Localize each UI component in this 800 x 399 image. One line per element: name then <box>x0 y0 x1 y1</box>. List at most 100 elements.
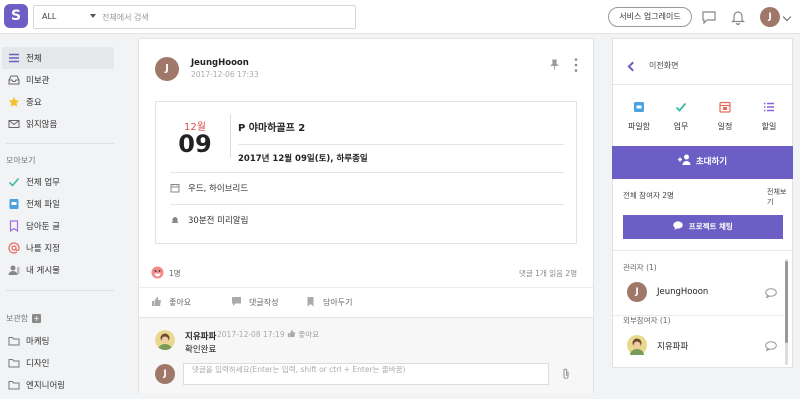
reaction-count[interactable]: 1명 <box>169 268 181 279</box>
paperclip-icon[interactable] <box>561 368 571 380</box>
add-user-icon <box>677 154 691 165</box>
chat-bubble-icon[interactable] <box>765 341 777 351</box>
comment-author[interactable]: 지유파파 <box>185 330 216 342</box>
divider <box>139 287 593 288</box>
member-name[interactable]: 지유파파 <box>657 340 688 352</box>
save-post-button[interactable]: 담아두기 <box>305 295 375 309</box>
more-options-icon[interactable] <box>573 57 579 73</box>
quick-todo[interactable]: 할일 <box>747 101 791 135</box>
folder-icon <box>8 337 20 346</box>
search-box: ALL <box>33 5 356 29</box>
member-name[interactable]: JeungHooon <box>657 287 708 297</box>
quick-label: 파일함 <box>627 122 651 131</box>
sidebar-item-label: 전체 파일 <box>26 200 60 210</box>
pin-icon[interactable] <box>549 59 560 70</box>
project-chat-button[interactable]: 프로젝트 채팅 <box>623 215 783 239</box>
reaction-emoji-icon[interactable] <box>151 266 164 279</box>
comment-icon <box>232 297 241 306</box>
schedule-card[interactable]: 12월 09 P 야마하골프 2 2017년 12월 09일(토), 하루종일 … <box>155 101 577 244</box>
like-button[interactable]: 좋아요 <box>151 295 211 309</box>
quick-label: 업무 <box>673 122 689 131</box>
write-comment-button[interactable]: 댓글작성 <box>231 295 311 309</box>
sidebar-divider <box>6 290 114 291</box>
search-scope-select[interactable]: ALL <box>42 12 56 21</box>
invite-button[interactable]: 초대하기 <box>612 146 793 179</box>
event-day: 09 <box>178 130 212 158</box>
sidebar-item-saved-posts[interactable]: 담아둔 글 <box>2 215 114 237</box>
thumbs-up-icon <box>152 297 161 306</box>
task-check-icon <box>675 102 687 112</box>
sidebar-folder-label: 엔지니어링 <box>26 381 66 391</box>
event-title: P 야마하골프 2 <box>238 123 306 134</box>
sidebar-item-all-tasks[interactable]: 전체 업무 <box>2 171 114 193</box>
project-panel: 이전화면 파일함 업무 일정 할일 초대하기 전체 참여자 2명 전체보기 프로… <box>612 38 793 368</box>
sidebar-folder-label: 디자인 <box>26 359 50 369</box>
list-icon <box>9 53 19 63</box>
comment-like-label: 좋아요 <box>298 330 320 339</box>
folder-icon <box>8 359 20 368</box>
event-location: 우드, 하이브리드 <box>188 184 249 194</box>
sidebar-item-unread[interactable]: 읽지않음 <box>2 113 114 135</box>
thumbs-up-icon <box>287 329 296 338</box>
upgrade-button[interactable]: 서비스 업그레이드 <box>608 7 692 27</box>
app-logo-icon[interactable]: S <box>4 4 28 28</box>
bookmark-icon <box>9 220 19 232</box>
author-avatar[interactable]: J <box>155 57 179 81</box>
view-all-members-link[interactable]: 전체보기 <box>767 187 792 207</box>
save-label: 담아두기 <box>323 298 353 307</box>
chevron-down-icon[interactable] <box>782 12 792 22</box>
sidebar-folder-marketing[interactable]: 마케팅 <box>2 330 114 352</box>
chat-label: 프로젝트 채팅 <box>688 222 733 231</box>
admin-group-label: 관리자 (1) <box>623 263 657 272</box>
search-input[interactable] <box>102 9 352 25</box>
quick-label: 할일 <box>761 122 777 131</box>
sidebar-item-my-posts[interactable]: 내 게시물 <box>2 259 114 281</box>
back-button[interactable]: 이전화면 <box>613 39 792 85</box>
bell-icon[interactable] <box>729 8 747 26</box>
post-author[interactable]: JeungHooon <box>191 58 249 68</box>
sidebar-divider <box>6 143 114 144</box>
sidebar-item-unarchived[interactable]: 미보관 <box>2 69 114 91</box>
invite-label: 초대하기 <box>695 157 728 167</box>
commenter-avatar[interactable] <box>155 330 175 350</box>
file-icon <box>9 199 19 209</box>
sidebar-item-label: 전체 <box>26 54 42 64</box>
external-group-label: 외부참여자 (1) <box>623 316 671 325</box>
member-avatar[interactable]: J <box>627 282 647 302</box>
members-scrollbar-thumb[interactable] <box>785 261 788 343</box>
chat-bubble-icon <box>673 221 683 230</box>
add-folder-icon[interactable]: + <box>32 314 41 323</box>
sidebar-section-title: 모아보기 <box>6 156 36 165</box>
chat-bubble-icon[interactable] <box>765 288 777 298</box>
chevron-down-icon[interactable] <box>90 14 96 18</box>
todo-list-icon <box>764 102 774 112</box>
person-icon <box>8 265 20 275</box>
sidebar-item-all-files[interactable]: 전체 파일 <box>2 193 114 215</box>
inbox-icon <box>8 75 20 85</box>
comment-like-button[interactable]: 좋아요 <box>287 329 319 340</box>
folder-icon <box>8 381 20 390</box>
sidebar-item-mentions[interactable]: 나를 지정 <box>2 237 114 259</box>
event-divider <box>238 144 564 145</box>
chat-bubble-icon[interactable] <box>700 8 718 26</box>
star-icon <box>8 96 20 107</box>
bell-icon <box>171 217 179 223</box>
divider <box>613 250 792 251</box>
sidebar-folder-engineering[interactable]: 엔지니어링 <box>2 374 114 396</box>
sidebar-folder-design[interactable]: 디자인 <box>2 352 114 374</box>
comment-text: 확인완료 <box>185 345 217 355</box>
sidebar-folder-label: 마케팅 <box>26 337 50 347</box>
sidebar-item-label: 미보관 <box>26 76 50 86</box>
quick-tasks[interactable]: 업무 <box>659 101 703 135</box>
reply-stats: 댓글 1개 읽음 2명 <box>519 269 578 278</box>
member-avatar[interactable] <box>627 335 647 355</box>
quick-file-box[interactable]: 파일함 <box>617 101 661 135</box>
comment-input[interactable] <box>183 363 549 385</box>
post-card: J JeungHooon 2017-12-06 17:33 12월 09 P 야… <box>138 38 594 393</box>
quick-schedule[interactable]: 일정 <box>703 101 747 135</box>
user-avatar[interactable]: J <box>760 7 780 27</box>
sidebar-item-label: 내 게시물 <box>26 266 60 276</box>
event-divider <box>230 114 231 158</box>
sidebar-item-all[interactable]: 전체 <box>2 47 114 69</box>
sidebar-item-important[interactable]: 중요 <box>2 91 114 113</box>
